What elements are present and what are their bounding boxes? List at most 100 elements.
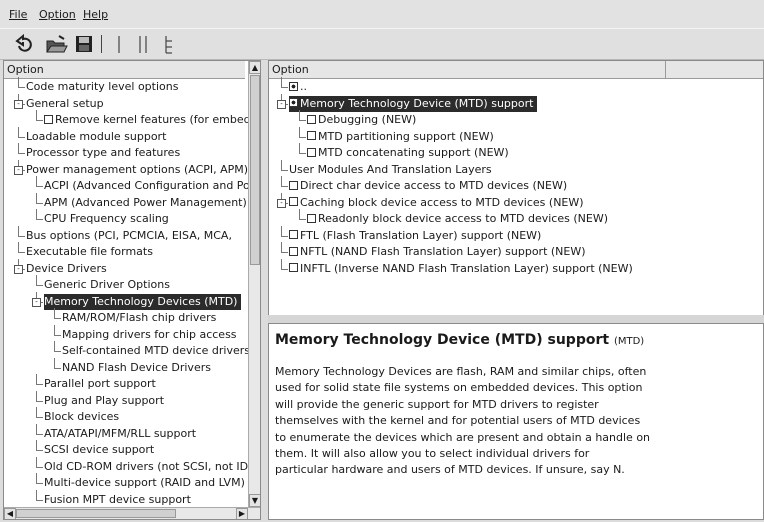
open-button[interactable] (44, 33, 68, 55)
scroll-right-arrow-icon[interactable]: ▶ (236, 508, 248, 519)
single-view-button[interactable] (114, 33, 126, 55)
checkbox-icon[interactable] (289, 230, 298, 239)
option-tree-item[interactable]: RAM/ROM/Flash chip drivers (62, 310, 216, 327)
option-tree-item[interactable]: APM (Advanced Power Management) (44, 195, 247, 212)
option-tree-item[interactable]: Fusion MPT device support (44, 492, 191, 509)
pane-splitter[interactable] (268, 315, 764, 323)
option-tree-item-label: Multi-device support (RAID and LVM) (44, 476, 245, 489)
tree-connector (281, 159, 282, 170)
checkbox-icon[interactable] (307, 147, 316, 157)
checkbox-icon[interactable] (307, 131, 316, 140)
option-tree-item-label: CPU Frequency scaling (44, 212, 169, 225)
option-tree-item[interactable]: ATA/ATAPI/MFM/RLL support (44, 426, 196, 443)
menubar: File Option Help (0, 0, 764, 28)
tree-connector (36, 219, 43, 221)
option-tree-item-label: Power management options (ACPI, APM) (26, 162, 249, 176)
tree-connector (36, 423, 37, 434)
collapse-toggle-icon[interactable]: - (14, 264, 23, 274)
scroll-left-arrow-icon[interactable]: ◀ (4, 508, 16, 519)
option-tree-item[interactable]: ACPI (Advanced Configuration and Po (44, 178, 250, 195)
option-tree-item[interactable]: Self-contained MTD device drivers (62, 343, 250, 360)
value-column-header[interactable] (666, 61, 763, 79)
option-tree-item[interactable]: Memory Technology Devices (MTD) (44, 293, 242, 310)
scroll-up-arrow-icon[interactable]: ▲ (249, 61, 260, 74)
option-list-item[interactable]: Readonly block device access to MTD devi… (307, 211, 608, 228)
option-tree-item[interactable]: SCSI device support (44, 442, 154, 459)
collapse-toggle-icon[interactable]: - (277, 198, 286, 208)
horizontal-scroll-thumb[interactable] (16, 509, 176, 518)
option-list-item[interactable]: FTL (Flash Translation Layer) support (N… (289, 228, 541, 245)
tree-connector (54, 341, 55, 352)
option-column-header[interactable]: Option (269, 61, 666, 79)
collapse-toggle-icon[interactable]: - (14, 99, 23, 109)
option-tree-item[interactable]: Code maturity level options (26, 79, 178, 96)
toolbar (0, 28, 764, 60)
option-tree-item[interactable]: General setup (26, 96, 104, 113)
option-tree-item[interactable]: Mapping drivers for chip access (62, 327, 237, 344)
save-button[interactable] (73, 33, 95, 55)
vertical-scroll-thumb[interactable] (250, 75, 260, 265)
help-title-text: Memory Technology Device (MTD) support (275, 332, 610, 348)
tristate-checkbox-icon[interactable] (289, 81, 298, 91)
option-list-item-label: Memory Technology Device (MTD) support (300, 96, 534, 110)
collapse-toggle-icon[interactable]: - (14, 165, 23, 175)
help-text-line: them. It will also allow you to select i… (275, 447, 590, 461)
option-tree-item[interactable]: Remove kernel features (for embedd (44, 112, 258, 129)
option-tree-item[interactable]: Plug and Play support (44, 393, 164, 410)
checkbox-icon[interactable] (289, 263, 298, 272)
option-tree-item[interactable]: Bus options (PCI, PCMCIA, EISA, MCA, (26, 228, 232, 245)
checkbox-icon[interactable] (307, 114, 316, 124)
collapse-toggle-icon[interactable]: - (32, 297, 41, 307)
option-tree-item-label: Device Drivers (26, 261, 107, 275)
help-text: Memory Technology Devices are flash, RAM… (275, 364, 655, 479)
tree-connector (36, 390, 37, 401)
option-list-item[interactable]: Memory Technology Device (MTD) support (289, 95, 538, 112)
option-list-item[interactable]: Debugging (NEW) (307, 112, 416, 129)
tree-connector (281, 268, 288, 270)
option-tree-item[interactable]: Executable file formats (26, 244, 153, 261)
tree-connector (54, 334, 61, 336)
checkbox-icon[interactable] (44, 114, 53, 124)
full-view-button[interactable] (162, 33, 176, 55)
tree-connector (54, 318, 61, 320)
option-tree-item[interactable]: CPU Frequency scaling (44, 211, 169, 228)
tree-connector (281, 242, 282, 253)
option-list-item[interactable]: INFTL (Inverse NAND Flash Translation La… (289, 261, 633, 278)
menu-help[interactable]: Help (83, 8, 108, 21)
option-list-item[interactable]: .. (289, 79, 307, 96)
collapse-toggle-icon[interactable]: - (277, 99, 286, 109)
option-list-item[interactable]: User Modules And Translation Layers (289, 162, 492, 179)
scroll-down-arrow-icon[interactable]: ▼ (249, 494, 260, 507)
option-list-item[interactable]: MTD concatenating support (NEW) (307, 145, 509, 162)
checkbox-icon[interactable] (289, 180, 298, 190)
checkbox-icon[interactable] (289, 197, 298, 206)
option-tree-item[interactable]: Multi-device support (RAID and LVM) (44, 475, 245, 492)
option-tree-item-label: ATA/ATAPI/MFM/RLL support (44, 426, 197, 440)
option-list-item[interactable]: MTD partitioning support (NEW) (307, 129, 494, 146)
option-list-item[interactable]: Direct char device access to MTD devices… (289, 178, 567, 195)
menu-option[interactable]: Option (39, 8, 76, 21)
option-tree-pane: Option Code maturity level options - Gener… (3, 60, 261, 520)
option-tree-item[interactable]: Generic Driver Options (44, 277, 170, 294)
option-tree-vertical-scrollbar[interactable]: ▲ ▼ (248, 61, 260, 507)
option-tree-horizontal-scrollbar[interactable]: ◀ ▶ (4, 507, 260, 519)
option-tree-item[interactable]: Loadable module support (26, 129, 166, 146)
option-list-item[interactable]: Caching block device access to MTD devic… (289, 195, 584, 212)
option-tree-item[interactable]: Power management options (ACPI, APM) (26, 162, 248, 179)
checkbox-icon[interactable] (289, 246, 298, 256)
checkbox-icon[interactable] (307, 213, 316, 223)
option-tree-item[interactable]: Old CD-ROM drivers (not SCSI, not ID (44, 459, 248, 476)
tree-connector (281, 258, 282, 269)
tristate-checkbox-icon[interactable] (289, 98, 298, 107)
undo-button[interactable] (14, 33, 36, 55)
option-tree-item[interactable]: Parallel port support (44, 376, 156, 393)
menu-file[interactable]: File (9, 8, 27, 21)
option-list-item[interactable]: NFTL (NAND Flash Translation Layer) supp… (289, 244, 586, 261)
option-tree-item[interactable]: Device Drivers (26, 261, 107, 278)
option-tree-item[interactable]: NAND Flash Device Drivers (62, 360, 211, 377)
option-tree-item[interactable]: Block devices (44, 409, 119, 426)
option-tree-item[interactable]: Processor type and features (26, 145, 180, 162)
split-view-button[interactable] (136, 33, 150, 55)
option-tree-header[interactable]: Option (4, 61, 245, 79)
option-tree-item-label: RAM/ROM/Flash chip drivers (62, 311, 217, 324)
